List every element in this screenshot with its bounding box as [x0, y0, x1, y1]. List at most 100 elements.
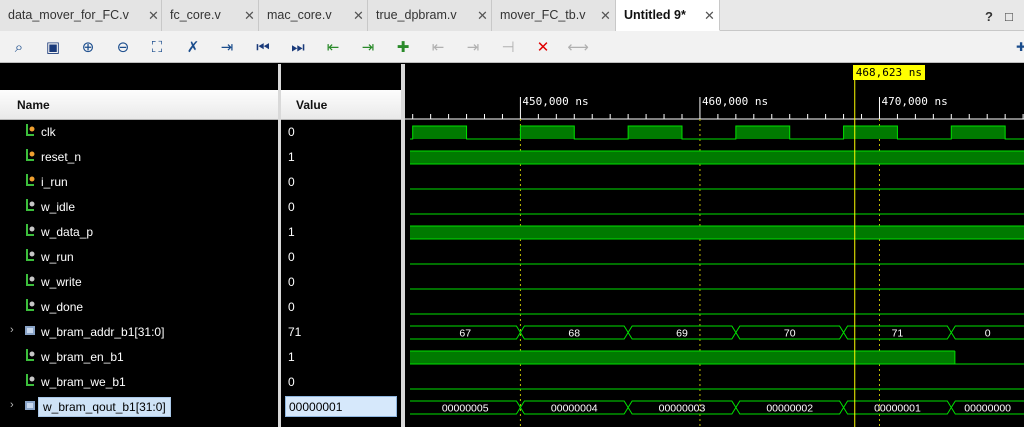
signal-row[interactable]: w_bram_we_b1	[0, 369, 278, 394]
signal-value: 0	[288, 175, 295, 189]
value-column-header[interactable]: Value	[281, 90, 401, 120]
signal-row[interactable]: i_run	[0, 169, 278, 194]
signal-value: 1	[288, 350, 295, 364]
value-row[interactable]: 0	[281, 294, 401, 319]
tab-true-dpbram[interactable]: true_dpbram.v ✕	[368, 0, 492, 31]
wire-signal-icon	[26, 199, 35, 211]
add-marker-icon[interactable]: ✚	[392, 36, 414, 58]
signal-row[interactable]: w_done	[0, 294, 278, 319]
clock-high-fill	[412, 126, 467, 139]
wire-signal-icon	[26, 349, 35, 361]
help-icon[interactable]: ?	[985, 9, 993, 24]
cursor-time-label[interactable]: 468,623 ns	[852, 65, 925, 80]
value-row[interactable]: 1	[281, 219, 401, 244]
value-row[interactable]: 0	[281, 119, 401, 144]
tab-label: mac_core.v	[267, 8, 332, 22]
clock-high-fill	[520, 126, 575, 139]
next-marker-icon[interactable]: ⇥	[462, 36, 484, 58]
signal-value: 00000001	[285, 396, 397, 417]
waveform-canvas[interactable]: 450,000 ns 460,000 ns 470,000 ns 67 68 69 70 71…	[405, 64, 1024, 427]
next-transition-icon[interactable]: ⇥	[357, 36, 379, 58]
value-row[interactable]: 0	[281, 369, 401, 394]
bus-value-label: 00000004	[551, 403, 598, 415]
close-icon[interactable]: ✕	[600, 8, 611, 24]
signal-name: w_run	[41, 250, 74, 264]
signal-row[interactable]: w_write	[0, 269, 278, 294]
signal-value: 0	[288, 375, 295, 389]
zoom-in-icon[interactable]: ⊕	[77, 36, 99, 58]
go-to-first-icon[interactable]: ⏮	[252, 36, 274, 58]
expand-chevron-icon[interactable]: ›	[10, 399, 14, 411]
close-icon[interactable]: ✕	[704, 8, 715, 24]
restore-icon[interactable]: □	[1005, 9, 1013, 24]
value-row[interactable]: 71	[281, 319, 401, 344]
wave-high-fill	[410, 151, 1024, 164]
signal-row[interactable]: reset_n	[0, 144, 278, 169]
zoom-fit-icon[interactable]: ⛶	[146, 36, 168, 58]
signal-row[interactable]: w_bram_en_b1	[0, 344, 278, 369]
value-row[interactable]: 1	[281, 344, 401, 369]
signal-name: w_done	[41, 300, 84, 314]
go-to-last-icon[interactable]: ⏭	[287, 36, 309, 58]
tab-label: Untitled 9*	[624, 8, 686, 22]
signal-row[interactable]: w_idle	[0, 194, 278, 219]
toolbar-overflow-icon[interactable]: ✚	[1010, 36, 1024, 58]
clock-high-fill	[843, 126, 898, 139]
previous-marker-icon[interactable]: ⇤	[427, 36, 449, 58]
search-icon[interactable]: ⌕	[8, 36, 30, 58]
signal-row[interactable]: clk	[0, 119, 278, 144]
waveform-panel[interactable]: 450,000 ns 460,000 ns 470,000 ns 67 68 69 70 71…	[405, 64, 1024, 427]
bus-value-label: 0	[985, 328, 991, 340]
tab-untitled-9[interactable]: Untitled 9* ✕	[616, 0, 720, 31]
signal-name: w_bram_addr_b1[31:0]	[41, 325, 165, 339]
expand-chevron-icon[interactable]: ›	[10, 324, 14, 336]
wire-signal-icon	[26, 274, 35, 286]
close-icon[interactable]: ✕	[148, 8, 159, 24]
swap-cursors-icon[interactable]: ⊣	[497, 36, 519, 58]
ruler-label: 470,000 ns	[881, 95, 947, 108]
value-row[interactable]: 0	[281, 194, 401, 219]
tab-mac-core[interactable]: mac_core.v ✕	[259, 0, 368, 31]
go-to-time-zero-icon[interactable]: ⇥	[216, 36, 238, 58]
name-column-header[interactable]: Name	[0, 90, 278, 120]
tab-fc-core[interactable]: fc_core.v ✕	[162, 0, 259, 31]
value-row[interactable]: 0	[281, 269, 401, 294]
wave-high-fill	[410, 351, 955, 364]
wire-signal-icon	[26, 249, 35, 261]
signal-value-panel: Value 0 1 0 0 1 0 0 0 71 1 0 00000001	[281, 64, 401, 427]
clock-high-fill	[951, 126, 1006, 139]
bus-value-label: 00000003	[659, 403, 706, 415]
value-row[interactable]: 0	[281, 169, 401, 194]
cursor-to-markers-icon[interactable]: ✗	[182, 36, 204, 58]
zoom-out-icon[interactable]: ⊖	[112, 36, 134, 58]
signal-row[interactable]: w_data_p	[0, 219, 278, 244]
value-row[interactable]: 0	[281, 244, 401, 269]
delete-icon[interactable]: ✕	[532, 36, 554, 58]
ruler-label: 460,000 ns	[702, 95, 768, 108]
editor-tab-bar: data_mover_for_FC.v ✕ fc_core.v ✕ mac_co…	[0, 0, 1024, 31]
signal-name: w_bram_we_b1	[41, 375, 126, 389]
snap-icon[interactable]: ⟷	[567, 36, 589, 58]
signal-value: 0	[288, 275, 295, 289]
tab-label: data_mover_for_FC.v	[8, 8, 129, 22]
signal-row[interactable]: › w_bram_qout_b1[31:0]	[0, 394, 278, 419]
save-icon[interactable]: ▣	[42, 36, 64, 58]
close-icon[interactable]: ✕	[244, 8, 255, 24]
tab-label: fc_core.v	[170, 8, 221, 22]
tab-mover-fc-tb[interactable]: mover_FC_tb.v ✕	[492, 0, 616, 31]
bus-value-label: 69	[676, 328, 688, 340]
signal-row[interactable]: › w_bram_addr_b1[31:0]	[0, 319, 278, 344]
bus-signal-icon	[25, 326, 35, 335]
tab-data-mover-for-fc[interactable]: data_mover_for_FC.v ✕	[0, 0, 162, 31]
signal-name: w_bram_en_b1	[41, 350, 124, 364]
close-icon[interactable]: ✕	[353, 8, 364, 24]
value-row[interactable]: 1	[281, 144, 401, 169]
value-row[interactable]: 00000001	[281, 394, 401, 419]
signal-row[interactable]: w_run	[0, 244, 278, 269]
previous-transition-icon[interactable]: ⇤	[322, 36, 344, 58]
signal-value: 0	[288, 200, 295, 214]
clock-wave	[410, 125, 1024, 140]
close-icon[interactable]: ✕	[477, 8, 488, 24]
signal-name: w_bram_qout_b1[31:0]	[38, 397, 171, 417]
signal-value: 0	[288, 125, 295, 139]
